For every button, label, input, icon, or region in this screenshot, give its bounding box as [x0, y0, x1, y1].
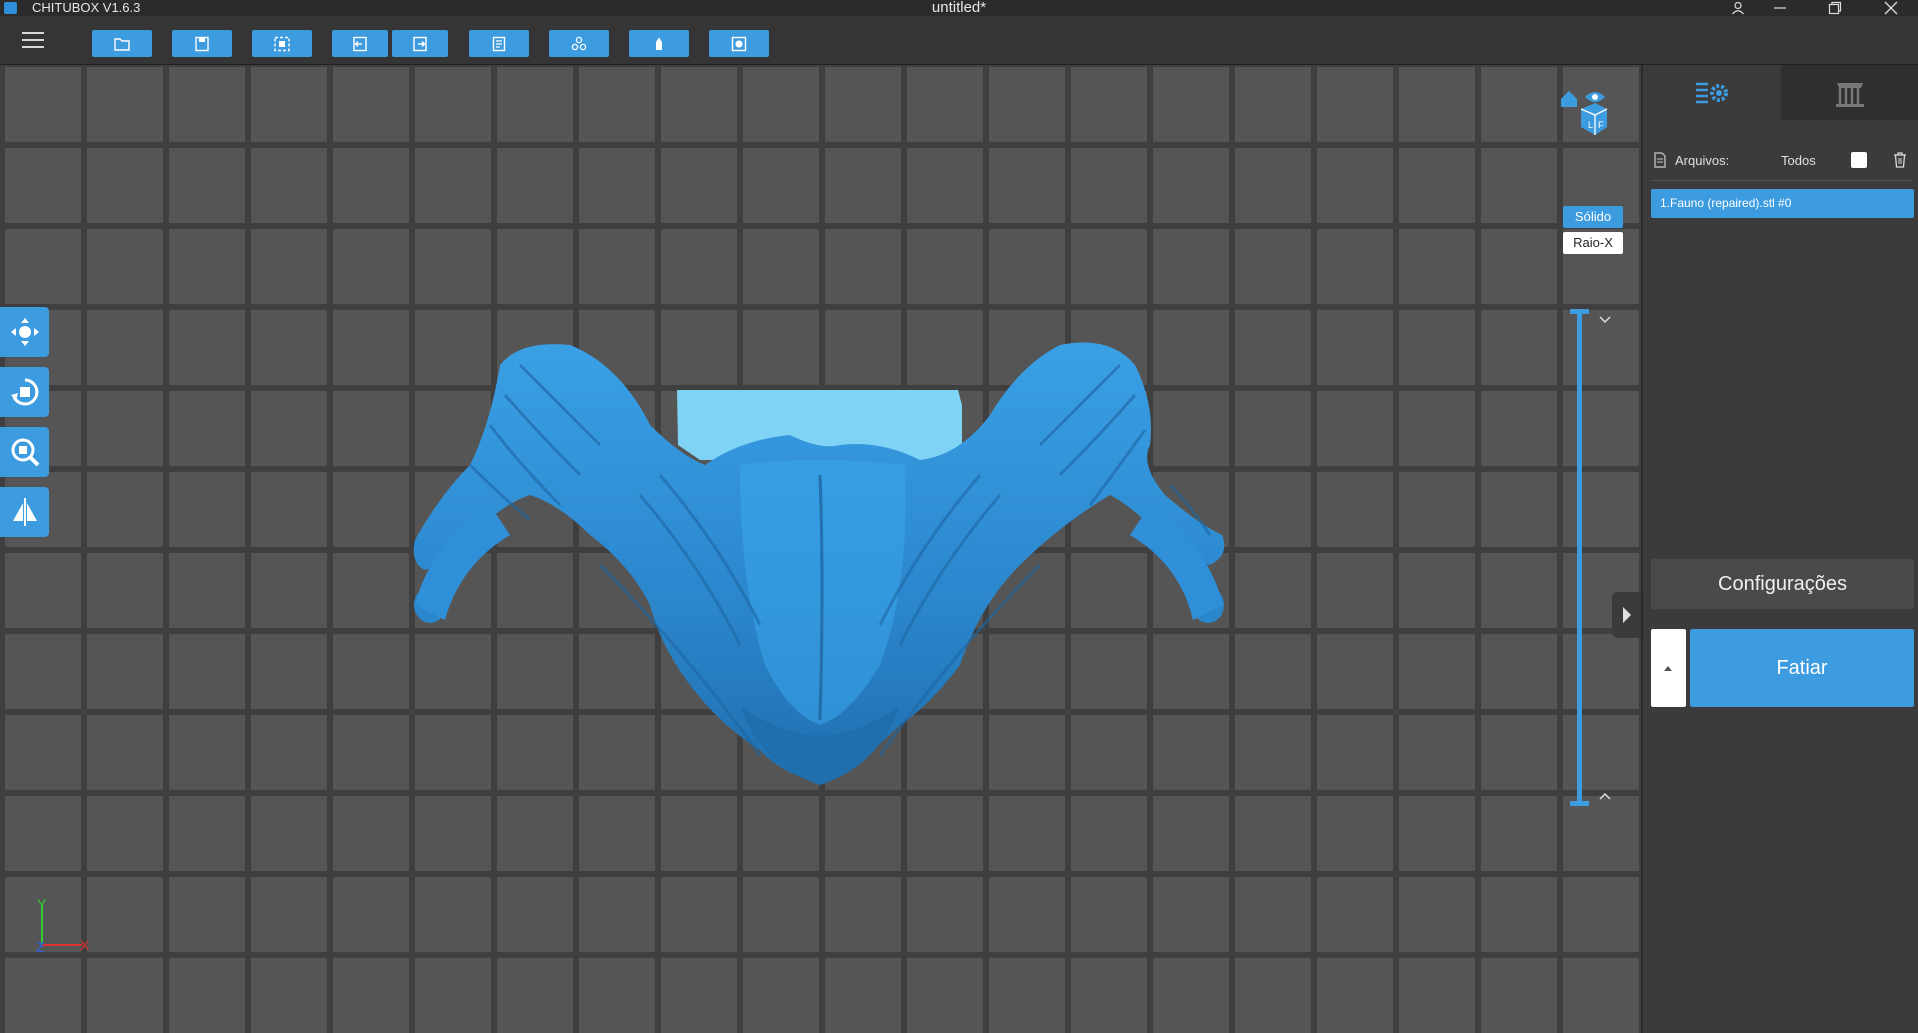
layout-icon: [571, 36, 587, 50]
home-icon[interactable]: [1561, 91, 1577, 107]
scale-tool[interactable]: [0, 427, 49, 477]
slice-button[interactable]: Fatiar: [1690, 629, 1914, 707]
document-title: untitled*: [931, 0, 987, 16]
axis-y-label: Y: [37, 896, 47, 912]
axis-z-label: Z: [36, 939, 45, 955]
tab-platform[interactable]: [1781, 65, 1918, 120]
restore-icon[interactable]: [1815, 0, 1855, 16]
user-icon[interactable]: [1718, 0, 1758, 16]
layer-slider[interactable]: [1577, 309, 1582, 805]
tab-settings[interactable]: [1643, 65, 1781, 120]
open-file-button[interactable]: [92, 30, 152, 57]
solid-mode-button[interactable]: Sólido: [1563, 206, 1623, 228]
side-panel: Arquivos: Todos 1.Fauno (repaired).stl #…: [1641, 65, 1918, 1033]
chevron-up-icon[interactable]: [1598, 791, 1612, 801]
report-icon: [492, 36, 506, 51]
select-all-button[interactable]: [252, 30, 312, 57]
hollow-icon: [731, 36, 747, 51]
trash-icon[interactable]: [1892, 151, 1908, 169]
document-icon: [1654, 152, 1666, 168]
menu-icon[interactable]: [22, 32, 44, 50]
move-icon: [10, 318, 39, 346]
rotate-icon: [10, 378, 38, 406]
settings-list-icon: [1696, 82, 1728, 103]
undo-button[interactable]: [332, 30, 388, 57]
files-divider: [1652, 180, 1913, 181]
save-button[interactable]: [172, 30, 232, 57]
report-button[interactable]: [469, 30, 529, 57]
open-file-icon: [114, 37, 130, 51]
save-icon: [195, 36, 209, 51]
chevron-right-icon: [1623, 607, 1631, 623]
axis-x-label: X: [80, 937, 90, 953]
3d-viewport[interactable]: L F Sólido Raio-X Y X Z: [0, 65, 1641, 1033]
slice-options-button[interactable]: [1651, 629, 1686, 707]
model-fauno[interactable]: [0, 65, 1641, 1033]
mirror-tool[interactable]: [0, 487, 49, 537]
scale-icon: [11, 438, 39, 467]
minimize-icon[interactable]: [1760, 0, 1800, 16]
main-toolbar: [0, 16, 1918, 65]
files-header: Arquivos: Todos: [1653, 151, 1911, 171]
caret-up-icon: [1664, 666, 1672, 671]
xray-mode-button[interactable]: Raio-X: [1563, 232, 1623, 254]
title-bar: CHITUBOX V1.6.3 untitled*: [0, 0, 1918, 16]
redo-icon: [413, 36, 427, 51]
axes-indicator: Y X Z: [36, 896, 90, 955]
support-icon: [656, 37, 662, 50]
eye-icon[interactable]: [1585, 92, 1605, 102]
panel-collapse-button[interactable]: [1612, 592, 1641, 638]
hollow-button[interactable]: [709, 30, 769, 57]
rotate-tool[interactable]: [0, 367, 49, 417]
mirror-icon: [12, 498, 37, 526]
svg-text:F: F: [1598, 120, 1604, 130]
move-tool[interactable]: [0, 307, 49, 357]
files-label: Arquivos:: [1675, 153, 1730, 168]
close-icon[interactable]: [1871, 0, 1911, 16]
select-all-icon: [274, 36, 290, 51]
chevron-down-icon[interactable]: [1598, 315, 1612, 325]
redo-button[interactable]: [392, 30, 448, 57]
undo-icon: [353, 36, 367, 51]
platform-icon: [1836, 82, 1864, 107]
support-button[interactable]: [629, 30, 689, 57]
panel-tabs: [1643, 65, 1918, 120]
select-all-label: Todos: [1781, 153, 1816, 168]
configurations-button[interactable]: Configurações: [1651, 559, 1914, 609]
svg-text:L: L: [1588, 120, 1593, 130]
layout-button[interactable]: [549, 30, 609, 57]
select-all-checkbox[interactable]: [1851, 152, 1867, 168]
file-list-item[interactable]: 1.Fauno (repaired).stl #0: [1651, 189, 1914, 218]
view-cube[interactable]: L F: [1555, 83, 1617, 151]
layer-slider-bottom-handle[interactable]: [1570, 801, 1589, 806]
